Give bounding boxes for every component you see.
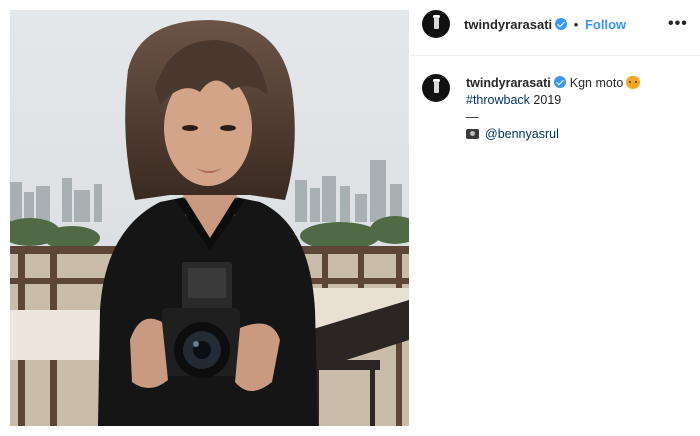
caption-line-1: twindyrarasati Kgn moto [466,75,686,92]
post-header: twindyrarasati • Follow ••• [410,8,700,56]
header-line: twindyrarasati • Follow [464,17,626,32]
more-options-icon[interactable]: ••• [668,15,688,33]
separator-dot: • [573,17,579,32]
caption-line-2: #throwback 2019 [466,92,686,109]
hashtag-suffix: 2019 [529,93,562,107]
mention-link[interactable]: @bennyasrul [485,127,559,141]
profile-avatar[interactable] [422,10,450,38]
caption-line-credit: @bennyasrul [466,126,686,143]
post-username[interactable]: twindyrarasati [464,17,552,32]
grinning-cat-emoji-icon [626,76,641,89]
verified-badge-icon [555,18,568,30]
photo-image [10,10,409,426]
caption-divider: — [466,110,479,124]
post-side-panel: twindyrarasati • Follow ••• twindyrarasa… [410,0,700,436]
post-photo[interactable] [10,10,409,426]
hashtag-link[interactable]: #throwback [466,93,530,107]
follow-button[interactable]: Follow [585,17,626,32]
verified-badge-icon [553,76,566,88]
caption-username[interactable]: twindyrarasati [466,76,551,90]
caption-text: twindyrarasati Kgn moto #throwback 2019 —… [466,75,686,143]
camera-emoji-icon [466,129,479,139]
caption-avatar[interactable] [422,74,450,102]
caption-message: Kgn moto [569,76,624,90]
